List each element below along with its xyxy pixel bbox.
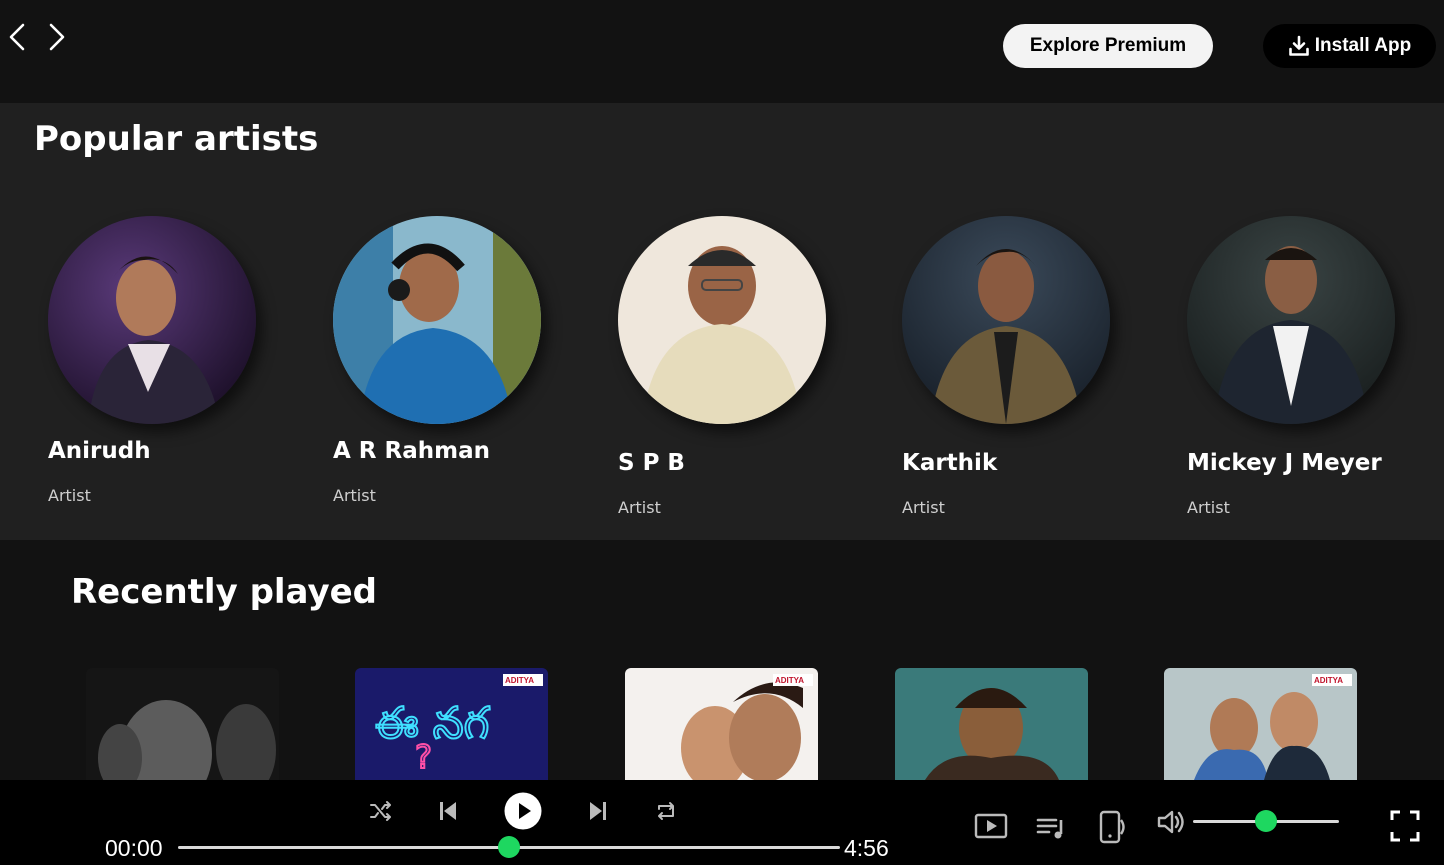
install-app-label: Install App: [1314, 35, 1412, 56]
repeat-button[interactable]: [654, 800, 678, 822]
shuffle-button[interactable]: [369, 800, 393, 822]
svg-text:ఈ నగ: ఈ నగ: [375, 698, 491, 749]
player-bar: 00:00 4:56: [0, 780, 1444, 865]
artist-card-karthik[interactable]: Karthik Artist: [902, 216, 1152, 517]
mute-button[interactable]: [1156, 808, 1186, 836]
album-cover[interactable]: [895, 668, 1088, 780]
artist-name: Anirudh: [48, 438, 151, 464]
artist-role: Artist: [902, 498, 945, 517]
connect-device-icon: [1099, 810, 1125, 844]
recently-played-section: Recently played ఈ నగ ? ADITYA ADITYA ADI…: [0, 540, 1444, 780]
artist-role: Artist: [618, 498, 661, 517]
repeat-icon: [658, 802, 674, 820]
artist-photo: [1187, 216, 1395, 424]
artist-photo: [618, 216, 826, 424]
back-button[interactable]: [4, 22, 30, 52]
svg-text:?: ?: [415, 738, 432, 776]
album-badge: ADITYA: [775, 676, 804, 685]
artist-card-ar-rahman[interactable]: A R Rahman Artist: [333, 216, 583, 505]
fullscreen-icon: [1390, 810, 1420, 842]
artist-name: Mickey J Meyer: [1187, 450, 1382, 476]
artist-photo: [333, 216, 541, 424]
top-bar: Explore Premium Install App: [0, 0, 1444, 103]
artist-photo: [48, 216, 256, 424]
artist-card-anirudh[interactable]: Anirudh Artist: [48, 216, 298, 505]
recently-played-title: Recently played: [71, 572, 378, 612]
popular-artists-section: Popular artists Anirudh Artist A R Rahma…: [0, 103, 1444, 540]
explore-premium-button[interactable]: Explore Premium: [1003, 24, 1213, 68]
popular-artists-title: Popular artists: [34, 119, 319, 159]
skip-next-icon: [590, 802, 606, 820]
artist-name: S P B: [618, 450, 685, 476]
play-icon: [504, 792, 542, 830]
now-playing-icon: [974, 813, 1008, 839]
next-button[interactable]: [588, 800, 608, 822]
artist-role: Artist: [333, 486, 376, 505]
download-icon: [1288, 35, 1309, 56]
artist-card-spb[interactable]: S P B Artist: [618, 216, 868, 517]
connect-device-button[interactable]: [1098, 810, 1126, 844]
chevron-left-icon: [9, 23, 25, 51]
volume-icon: [1157, 810, 1184, 834]
album-badge: ADITYA: [1314, 676, 1343, 685]
album-cover[interactable]: ADITYA: [1164, 668, 1357, 780]
artist-role: Artist: [48, 486, 91, 505]
play-button[interactable]: [504, 792, 542, 830]
forward-button[interactable]: [44, 22, 70, 52]
artist-photo: [902, 216, 1110, 424]
shuffle-icon: [370, 801, 391, 821]
now-playing-view-button[interactable]: [974, 813, 1008, 839]
volume-knob[interactable]: [1255, 810, 1277, 832]
fullscreen-button[interactable]: [1390, 810, 1420, 842]
previous-button[interactable]: [438, 800, 458, 822]
album-badge: ADITYA: [505, 676, 534, 685]
total-time: 4:56: [844, 835, 889, 861]
album-cover[interactable]: ఈ నగ ? ADITYA: [355, 668, 548, 780]
artist-card-mickey-j-meyer[interactable]: Mickey J Meyer Artist: [1187, 216, 1437, 517]
progress-knob[interactable]: [498, 836, 520, 858]
current-time: 00:00: [105, 835, 163, 861]
chevron-right-icon: [49, 23, 65, 51]
artist-name: Karthik: [902, 450, 998, 476]
album-cover[interactable]: ADITYA: [625, 668, 818, 780]
album-cover[interactable]: [86, 668, 279, 780]
artist-name: A R Rahman: [333, 438, 490, 464]
queue-button[interactable]: [1036, 816, 1068, 840]
install-app-button[interactable]: Install App: [1263, 24, 1436, 68]
artist-role: Artist: [1187, 498, 1230, 517]
queue-icon: [1036, 818, 1063, 839]
skip-previous-icon: [440, 802, 456, 820]
